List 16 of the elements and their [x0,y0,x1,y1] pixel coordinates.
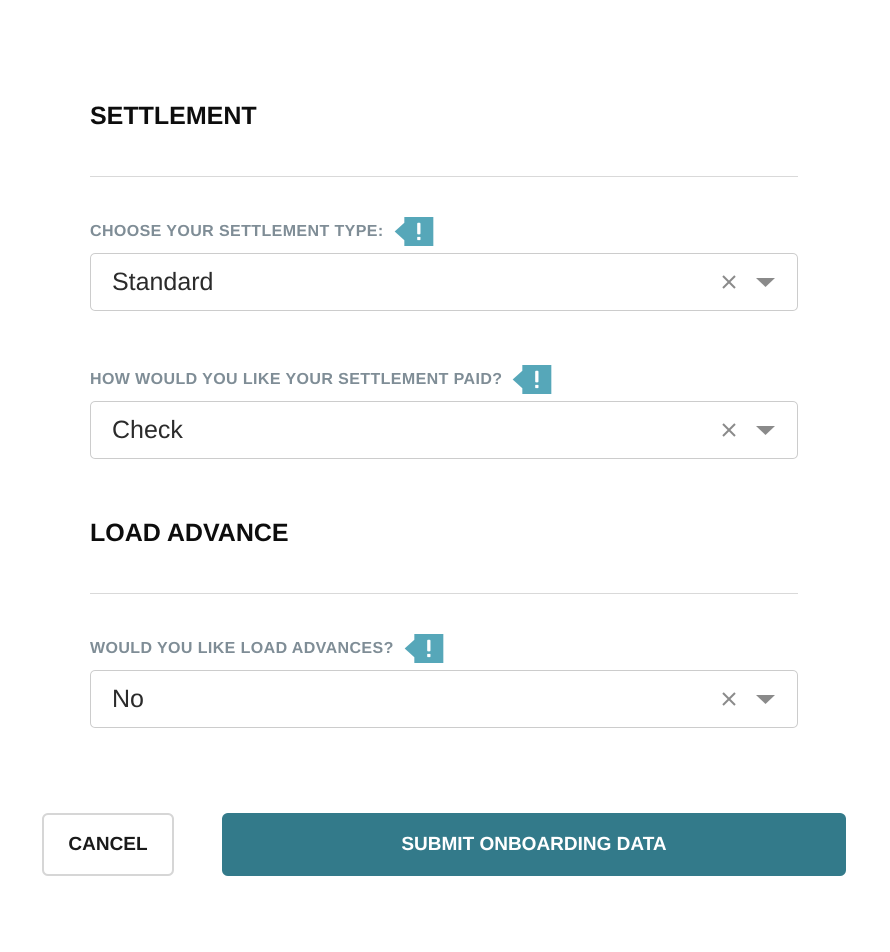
field-label: CHOOSE YOUR SETTLEMENT TYPE: [90,222,384,240]
clear-icon[interactable] [721,691,737,707]
caret-icon[interactable] [756,278,775,286]
field-label: WOULD YOU LIKE LOAD ADVANCES? [90,640,394,658]
submit-button[interactable]: SUBMIT ONBOARDING DATA [222,813,846,876]
clear-icon[interactable] [721,422,737,438]
select-field[interactable]: Check [90,401,798,459]
section-heading: SETTLEMENT [90,101,258,131]
field-label: HOW WOULD YOU LIKE YOUR SETTLEMENT PAID? [90,370,502,388]
select-field[interactable]: No [90,670,798,728]
caret-icon[interactable] [756,426,775,434]
cancel-button[interactable]: CANCEL [42,813,174,876]
select-field[interactable]: Standard [90,253,798,311]
caret-icon[interactable] [756,694,775,704]
section-heading: LOAD ADVANCE [90,518,290,548]
clear-icon[interactable] [721,274,737,290]
